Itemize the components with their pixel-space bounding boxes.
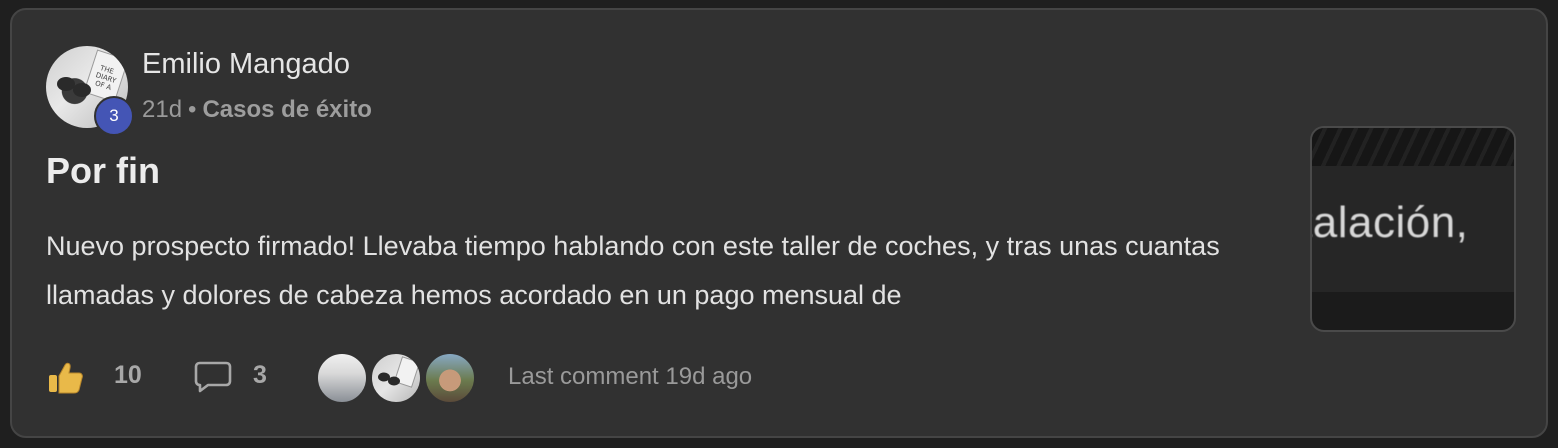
thumbnail-text: talación, — [1310, 198, 1469, 247]
like-button[interactable] — [46, 360, 84, 396]
thumbnail-pattern — [1312, 128, 1514, 166]
commenter-avatar[interactable] — [316, 352, 368, 404]
post-meta: 21d • Casos de éxito — [142, 96, 372, 124]
thumbs-up-icon — [49, 362, 83, 394]
post-title[interactable]: Por fin — [46, 150, 160, 192]
last-comment-time: Last comment 19d ago — [508, 363, 753, 390]
commenter-avatar-image — [378, 356, 420, 388]
comment-button[interactable] — [194, 360, 232, 394]
post-body[interactable]: Nuevo prospecto firmado! Llevaba tiempo … — [46, 222, 1276, 320]
author-level-badge: 3 — [94, 96, 134, 136]
post-category-link[interactable]: Casos de éxito — [202, 96, 371, 123]
comment-count[interactable]: 3 — [253, 361, 267, 390]
author-name[interactable]: Emilio Mangado — [142, 48, 350, 81]
author-avatar-wrap[interactable]: THE DIARY OF A 3 — [46, 46, 134, 136]
post-age: 21d — [142, 96, 183, 123]
meta-separator: • — [188, 96, 197, 123]
post-thumbnail[interactable]: talación, — [1310, 126, 1516, 332]
post-card[interactable]: THE DIARY OF A 3 Emilio Mangado 21d • Caso… — [10, 8, 1548, 438]
like-count[interactable]: 10 — [114, 361, 142, 390]
commenter-avatar[interactable] — [424, 352, 476, 404]
commenter-avatar[interactable] — [370, 352, 422, 404]
comment-bubble-icon — [194, 361, 232, 393]
